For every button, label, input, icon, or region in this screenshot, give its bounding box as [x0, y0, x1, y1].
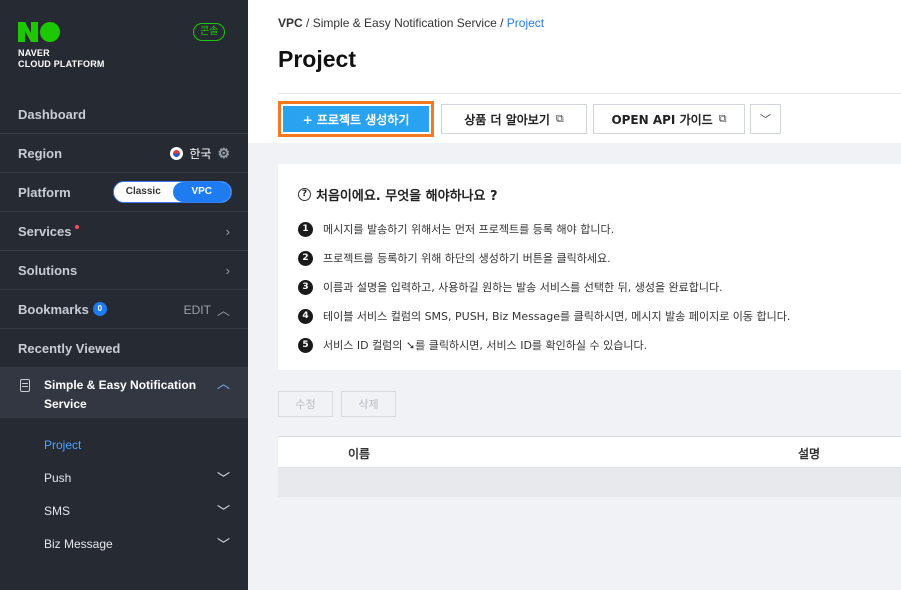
- guide-step-text: 이름과 설명을 입력하고, 사용하길 원하는 발송 서비스를 선택한 뒤, 생성…: [323, 281, 723, 294]
- table-header: 이름 설명: [278, 436, 901, 468]
- step-number-2: 2: [298, 250, 313, 266]
- external-link-icon: ⧉: [555, 112, 564, 125]
- sidebar-item-recently-viewed[interactable]: Recently Viewed: [0, 329, 248, 368]
- project-table: 이름 설명: [278, 436, 901, 497]
- guide-step-text: 프로젝트를 등록하기 위해 하단의 생성하기 버튼을 클릭하세요.: [323, 252, 611, 265]
- subitem-label: Project: [44, 437, 82, 452]
- recently-viewed-label: Recently Viewed: [18, 340, 121, 356]
- sidebar: NAVER CLOUD PLATFORM 콘솔 Dashboard Region…: [0, 0, 248, 590]
- new-indicator-icon: [74, 225, 79, 229]
- divider: [278, 93, 901, 94]
- learn-more-label: 상품 더 알아보기: [464, 112, 550, 127]
- sidebar-subitem-sms[interactable]: SMS ﹀: [0, 494, 248, 527]
- subitem-label: Biz Message: [44, 536, 113, 551]
- breadcrumb-current: Project: [506, 16, 545, 30]
- chevron-down-icon: ﹀: [216, 537, 230, 552]
- guide-step: 5 서비스 ID 컬럼의 ➘를 클릭하시면, 서비스 ID를 확인하실 수 있습…: [298, 337, 647, 353]
- platform-label: Platform: [18, 184, 71, 200]
- api-guide-button[interactable]: OPEN API 가이드 ⧉: [593, 104, 745, 134]
- region-value[interactable]: 한국: [189, 145, 211, 162]
- create-project-label: + 프로젝트 생성하기: [283, 106, 429, 132]
- table-empty-body: [278, 468, 901, 497]
- step-number-4: 4: [298, 308, 313, 324]
- dashboard-label: Dashboard: [18, 106, 86, 122]
- column-header-name[interactable]: 이름: [348, 445, 370, 462]
- breadcrumb-vpc[interactable]: VPC: [278, 16, 303, 30]
- page-title: Project: [278, 46, 356, 72]
- create-project-button[interactable]: + 프로젝트 생성하기: [278, 101, 434, 137]
- chevron-down-icon: ﹀: [216, 471, 230, 486]
- guide-title: 처음이에요. 무엇을 해야하나요 ?: [316, 189, 498, 204]
- logo-line2: CLOUD PLATFORM: [18, 59, 105, 69]
- service-name-line1: Simple & Easy Notification: [44, 378, 197, 392]
- service-name-line2: Service: [44, 397, 87, 411]
- sidebar-item-region: Region 한국 ⚙: [0, 134, 248, 173]
- breadcrumb-service[interactable]: Simple & Easy Notification Service: [313, 16, 497, 30]
- guide-step: 2 프로젝트를 등록하기 위해 하단의 생성하기 버튼을 클릭하세요.: [298, 250, 611, 266]
- sidebar-item-sens[interactable]: Simple & Easy Notification Service ︿: [0, 368, 248, 418]
- platform-toggle[interactable]: Classic VPC: [113, 181, 232, 203]
- question-icon: ?: [298, 188, 311, 201]
- step-number-5: 5: [298, 337, 313, 353]
- sidebar-item-solutions[interactable]: Solutions ›: [0, 251, 248, 290]
- chevron-right-icon: ›: [225, 224, 230, 239]
- service-doc-icon: [20, 379, 30, 392]
- sidebar-item-services[interactable]: Services ›: [0, 212, 248, 251]
- more-dropdown-button[interactable]: ﹀: [750, 104, 781, 134]
- solutions-label: Solutions: [18, 262, 78, 278]
- subitem-label: SMS: [44, 503, 71, 518]
- external-link-icon: ⧉: [718, 112, 727, 125]
- step-number-1: 1: [298, 221, 313, 237]
- page-header: VPC / Simple & Easy Notification Service…: [248, 0, 901, 143]
- services-label: Services: [18, 223, 72, 239]
- guide-step: 4 테이블 서비스 컬럼의 SMS, PUSH, Biz Message를 클릭…: [298, 308, 790, 324]
- guide-step: 1 메시지를 발송하기 위해서는 먼저 프로젝트를 등록 해야 합니다.: [298, 221, 614, 237]
- learn-more-button[interactable]: 상품 더 알아보기 ⧉: [441, 104, 587, 134]
- sidebar-item-dashboard[interactable]: Dashboard: [0, 95, 248, 134]
- guide-step-text: 서비스 ID 컬럼의: [323, 339, 406, 352]
- chevron-up-icon[interactable]: ︿: [217, 300, 230, 319]
- naver-logo-icon: [18, 22, 105, 42]
- guide-step-text: 테이블 서비스 컬럼의 SMS, PUSH, Biz Message를 클릭하시…: [323, 310, 791, 323]
- guide-step-text: 메시지를 발송하기 위해서는 먼저 프로젝트를 등록 해야 합니다.: [323, 223, 615, 236]
- region-label: Region: [18, 145, 63, 161]
- getting-started-guide: ? 처음이에요. 무엇을 해야하나요 ? 1 메시지를 발송하기 위해서는 먼저…: [278, 164, 901, 370]
- breadcrumb: VPC / Simple & Easy Notification Service…: [278, 16, 545, 30]
- bookmarks-label: Bookmarks: [18, 301, 89, 317]
- sidebar-subitem-biz-message[interactable]: Biz Message ﹀: [0, 527, 248, 560]
- guide-step-text: 를 클릭하시면, 서비스 ID를 확인하실 수 있습니다.: [415, 339, 648, 352]
- main-content: VPC / Simple & Easy Notification Service…: [248, 0, 901, 590]
- chevron-up-icon: ︿: [216, 376, 230, 391]
- chevron-down-icon: ﹀: [216, 504, 230, 519]
- gear-icon[interactable]: ⚙: [217, 145, 230, 162]
- guide-step: 3 이름과 설명을 입력하고, 사용하길 원하는 발송 서비스를 선택한 뒤, …: [298, 279, 723, 295]
- subitem-label: Push: [44, 470, 72, 485]
- bookmarks-count-badge: 0: [92, 302, 107, 316]
- bookmarks-edit-button[interactable]: EDIT: [184, 303, 211, 317]
- sidebar-nav: Dashboard Region 한국 ⚙ Platform Classic V…: [0, 95, 248, 418]
- step-number-3: 3: [298, 279, 313, 295]
- console-button[interactable]: 콘솔: [193, 23, 226, 41]
- api-guide-label: OPEN API 가이드: [611, 112, 713, 127]
- logo-line1: NAVER: [18, 48, 50, 58]
- platform-option-vpc[interactable]: VPC: [172, 182, 231, 202]
- chevron-right-icon: ›: [225, 263, 230, 278]
- sidebar-subitem-push[interactable]: Push ﹀: [0, 461, 248, 494]
- delete-button[interactable]: 삭제: [341, 391, 396, 417]
- chevron-down-icon: ﹀: [760, 113, 771, 126]
- sidebar-item-platform: Platform Classic VPC: [0, 173, 248, 212]
- naver-cloud-logo[interactable]: NAVER CLOUD PLATFORM: [18, 22, 105, 70]
- sidebar-item-bookmarks[interactable]: Bookmarks 0 EDIT ︿: [0, 290, 248, 329]
- pointer-cursor-icon: ➘: [405, 339, 416, 352]
- korea-flag-icon: [170, 147, 184, 160]
- platform-option-classic[interactable]: Classic: [114, 182, 173, 202]
- sidebar-subitem-project[interactable]: Project: [0, 428, 248, 461]
- edit-button[interactable]: 수정: [278, 391, 333, 417]
- column-header-description[interactable]: 설명: [798, 445, 820, 462]
